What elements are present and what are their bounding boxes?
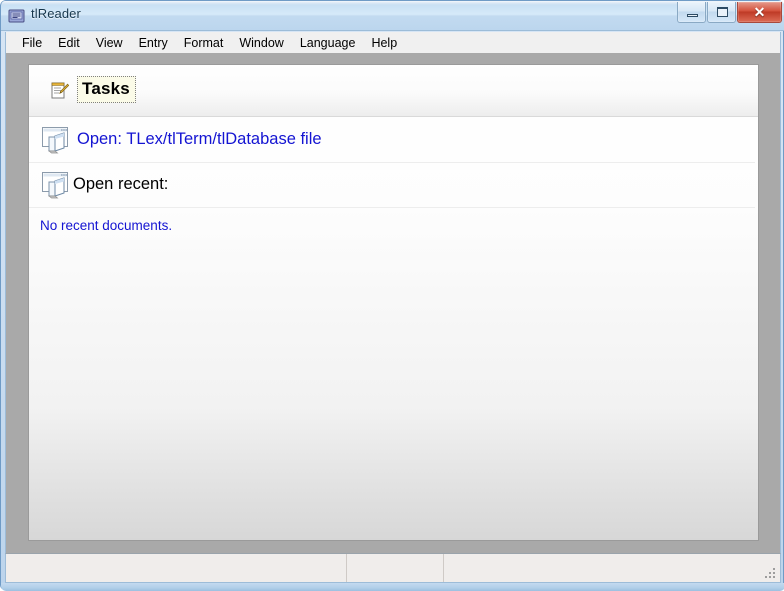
status-bar	[5, 553, 781, 583]
menu-item-help[interactable]: Help	[363, 34, 405, 52]
page-title: Tasks	[77, 76, 136, 103]
menu-item-entry[interactable]: Entry	[131, 34, 176, 52]
open-folder-window-icon	[42, 127, 72, 154]
tasks-panel: Tasks Open: TLex/tlTerm/tlDatabase file …	[28, 64, 759, 541]
tasks-panel-header: Tasks	[29, 65, 758, 117]
client-area: Tasks Open: TLex/tlTerm/tlDatabase file …	[5, 53, 781, 553]
menu-bar: File Edit View Entry Format Window Langu…	[5, 32, 781, 53]
window-title: tlReader	[31, 6, 81, 21]
notepad-pencil-icon	[51, 81, 70, 99]
task-row-open-file[interactable]: Open: TLex/tlTerm/tlDatabase file	[29, 119, 755, 163]
close-icon: ✕	[753, 4, 766, 20]
menu-item-file[interactable]: File	[14, 34, 50, 52]
menu-item-language[interactable]: Language	[292, 34, 364, 52]
menu-item-format[interactable]: Format	[176, 34, 232, 52]
task-label-open-recent: Open recent:	[73, 175, 169, 193]
menu-item-view[interactable]: View	[88, 34, 131, 52]
status-panel-2	[347, 554, 444, 582]
app-icon	[8, 8, 25, 24]
titlebar-gloss	[1, 1, 784, 5]
minimize-button[interactable]	[677, 2, 706, 23]
status-panel-3	[444, 554, 780, 582]
no-recent-documents-message: No recent documents.	[40, 218, 173, 233]
task-link-open-file[interactable]: Open: TLex/tlTerm/tlDatabase file	[77, 129, 322, 150]
resize-grip-icon[interactable]	[764, 567, 777, 580]
window-controls: ✕	[676, 2, 782, 23]
application-window: tlReader ✕ File Edit View Entry Format W…	[0, 0, 784, 591]
open-folder-window-icon	[42, 172, 72, 199]
close-button[interactable]: ✕	[737, 2, 782, 23]
title-bar[interactable]: tlReader ✕	[1, 1, 784, 31]
menu-item-edit[interactable]: Edit	[50, 34, 88, 52]
maximize-button[interactable]	[707, 2, 736, 23]
task-row-open-recent[interactable]: Open recent:	[29, 164, 755, 208]
status-panel-1	[6, 554, 347, 582]
menu-item-window[interactable]: Window	[231, 34, 291, 52]
